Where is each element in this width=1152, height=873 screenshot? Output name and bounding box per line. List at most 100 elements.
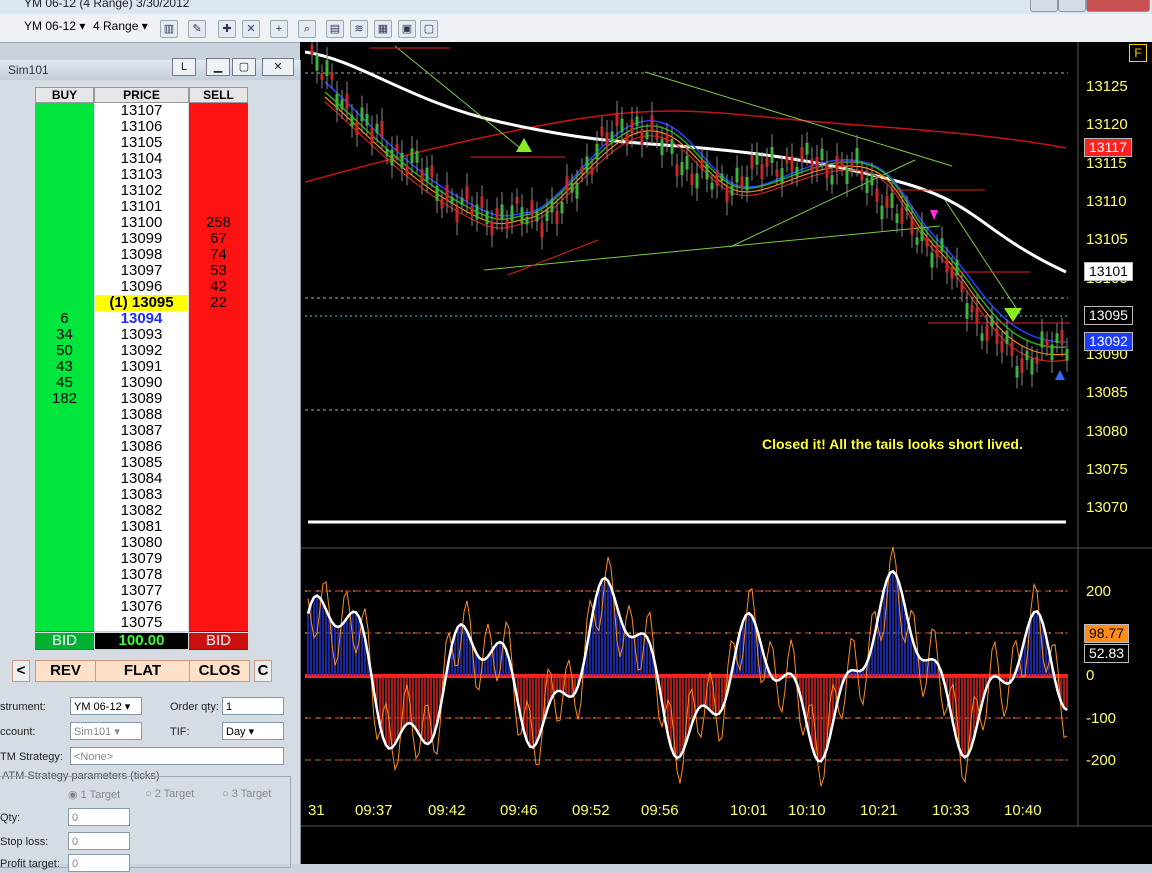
close-position-button[interactable]: CLOS xyxy=(189,660,250,682)
maximize-icon[interactable] xyxy=(1058,0,1086,12)
buy-cell[interactable] xyxy=(35,615,94,632)
sell-cell[interactable] xyxy=(189,423,248,440)
sell-cell[interactable] xyxy=(189,535,248,552)
dom-minimize-icon[interactable]: ▁ xyxy=(206,58,230,76)
collapse-button[interactable]: < xyxy=(12,660,30,682)
sell-cell[interactable] xyxy=(189,183,248,200)
flatten-button[interactable]: FLAT xyxy=(95,660,190,682)
target1-radio[interactable]: ◉ 1 Target xyxy=(68,788,120,801)
lock-l-button[interactable]: L xyxy=(172,58,196,76)
pencil-icon[interactable]: ✎ xyxy=(188,20,206,38)
target3-radio[interactable]: ○ 3 Target xyxy=(222,788,271,800)
buy-cell[interactable] xyxy=(35,583,94,600)
candle-body xyxy=(980,333,984,341)
zoom-icon[interactable]: ⌕ xyxy=(298,20,316,38)
buy-cell[interactable] xyxy=(35,503,94,520)
sell-cell[interactable] xyxy=(189,551,248,568)
interval-selector[interactable]: 4 Range ▾ xyxy=(93,19,148,33)
minimize-icon[interactable] xyxy=(1030,0,1058,12)
stop-loss-input[interactable]: 0 xyxy=(68,832,130,850)
sell-cell[interactable] xyxy=(189,615,248,632)
buy-cell[interactable] xyxy=(35,439,94,456)
buy-cell[interactable] xyxy=(35,135,94,152)
sell-cell[interactable] xyxy=(189,375,248,392)
price-chart[interactable] xyxy=(300,42,1152,864)
indicators-icon[interactable]: ≋ xyxy=(350,20,368,38)
candle-body xyxy=(750,155,754,169)
properties-icon[interactable]: ▣ xyxy=(398,20,416,38)
profit-target-input[interactable]: 0 xyxy=(68,854,130,872)
dom-restore-icon[interactable]: ▢ xyxy=(232,58,256,76)
buy-cell[interactable] xyxy=(35,455,94,472)
sell-cell[interactable] xyxy=(189,391,248,408)
c-button[interactable]: C xyxy=(254,660,272,682)
crosshair-icon[interactable]: + xyxy=(270,20,288,38)
qty-input[interactable]: 0 xyxy=(68,808,130,826)
sell-cell[interactable] xyxy=(189,583,248,600)
buy-cell[interactable] xyxy=(35,103,94,120)
candle-body xyxy=(370,128,374,144)
sell-cell[interactable] xyxy=(189,471,248,488)
buy-cell[interactable] xyxy=(35,247,94,264)
sell-cell[interactable] xyxy=(189,439,248,456)
buy-cell[interactable] xyxy=(35,567,94,584)
instrument-select[interactable]: YM 06-12 ▾ xyxy=(70,697,142,715)
sell-cell[interactable] xyxy=(189,103,248,120)
target2-radio[interactable]: ○ 2 Target xyxy=(145,788,194,800)
buy-cell[interactable] xyxy=(35,519,94,536)
buy-cell[interactable] xyxy=(35,279,94,296)
dom-title-bar[interactable]: Sim101 L ▁ ▢ ✕ xyxy=(0,58,300,80)
buy-cell[interactable] xyxy=(35,215,94,232)
buy-cell[interactable] xyxy=(35,199,94,216)
buy-cell[interactable] xyxy=(35,599,94,616)
sell-cell[interactable] xyxy=(189,599,248,616)
data-box-icon[interactable]: ▢ xyxy=(420,20,438,38)
candle-body xyxy=(660,139,664,155)
sell-cell[interactable] xyxy=(189,455,248,472)
sell-cell[interactable]: 22 xyxy=(189,295,248,312)
sell-cell[interactable] xyxy=(189,343,248,360)
candle-body xyxy=(405,165,409,176)
buy-cell[interactable]: 182 xyxy=(35,391,94,408)
buy-cell[interactable] xyxy=(35,183,94,200)
strategies-icon[interactable]: ▦ xyxy=(374,20,392,38)
dom-close-icon[interactable]: ✕ xyxy=(262,58,294,76)
buy-cell[interactable] xyxy=(35,487,94,504)
chart-icon[interactable]: ▤ xyxy=(326,20,344,38)
buy-cell[interactable] xyxy=(35,167,94,184)
bar-type-icon[interactable]: ▥ xyxy=(160,20,178,38)
buy-cell[interactable] xyxy=(35,551,94,568)
buy-cell[interactable] xyxy=(35,151,94,168)
buy-cell[interactable] xyxy=(35,263,94,280)
sell-cell[interactable] xyxy=(189,151,248,168)
ladder-row: 13077 xyxy=(35,583,248,600)
chart-area[interactable]: F Closed it! All the tails looks short l… xyxy=(300,42,1152,864)
close-icon[interactable] xyxy=(1086,0,1150,12)
buy-cell[interactable] xyxy=(35,407,94,424)
sell-cell[interactable] xyxy=(189,135,248,152)
account-select[interactable]: Sim101 ▾ xyxy=(70,722,142,740)
remove-draw-icon[interactable]: ✕ xyxy=(242,20,260,38)
sell-cell[interactable] xyxy=(189,359,248,376)
sell-cell[interactable] xyxy=(189,567,248,584)
reverse-button[interactable]: REV xyxy=(35,660,96,682)
instrument-selector[interactable]: YM 06-12 ▾ xyxy=(24,19,85,33)
sell-cell[interactable] xyxy=(189,407,248,424)
sell-cell[interactable] xyxy=(189,519,248,536)
sell-cell[interactable] xyxy=(189,311,248,328)
atm-strategy-select[interactable]: <None> xyxy=(70,747,284,765)
buy-cell[interactable] xyxy=(35,535,94,552)
buy-cell[interactable] xyxy=(35,231,94,248)
sell-cell[interactable] xyxy=(189,119,248,136)
sell-cell[interactable] xyxy=(189,167,248,184)
buy-cell[interactable] xyxy=(35,471,94,488)
tif-select[interactable]: Day ▾ xyxy=(222,722,284,740)
sell-cell[interactable] xyxy=(189,503,248,520)
order-qty-input[interactable]: 1 xyxy=(222,697,284,715)
sell-cell[interactable] xyxy=(189,327,248,344)
buy-cell[interactable] xyxy=(35,119,94,136)
draw-tool-icon[interactable]: ✚ xyxy=(218,20,236,38)
buy-cell[interactable] xyxy=(35,423,94,440)
sell-cell[interactable] xyxy=(189,487,248,504)
f-marker[interactable]: F xyxy=(1129,44,1147,62)
